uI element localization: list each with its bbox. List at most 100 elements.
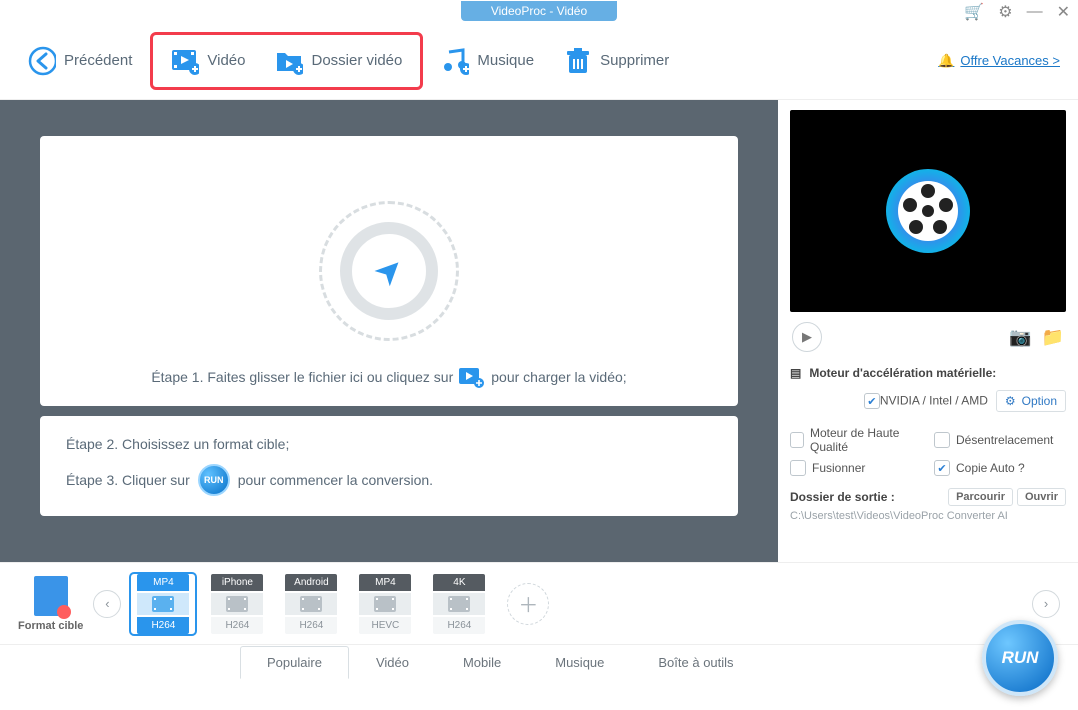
option-button[interactable]: ⚙ Option [996, 390, 1066, 412]
preset-bot: H264 [433, 617, 485, 634]
add-folder-label: Dossier vidéo [311, 52, 402, 69]
cart-icon[interactable]: 🛒 [964, 2, 984, 22]
presets-list: MP4 H264 iPhone H264 AndroidH264MP4HEVC 4K H26… [131, 574, 491, 634]
tab-vidéo[interactable]: Vidéo [349, 646, 436, 679]
video-icon-inline [459, 366, 485, 388]
bell-icon: 🔔 [938, 53, 954, 69]
close-button[interactable]: ✕ [1057, 2, 1070, 22]
output-header: Dossier de sortie : Parcourir Ouvrir [790, 488, 1066, 506]
player-controls: ▶ 📷 📁 [790, 312, 1066, 362]
step3-row: Étape 3. Cliquer sur RUN pour commencer … [66, 458, 712, 502]
offer-link[interactable]: 🔔 Offre Vacances > [938, 53, 1060, 69]
tab-boîte-à-outils[interactable]: Boîte à outils [631, 646, 760, 679]
tab-mobile[interactable]: Mobile [436, 646, 528, 679]
option-label: Option [1022, 394, 1057, 408]
add-video-label: Vidéo [207, 52, 245, 69]
steps-card: Étape 2. Choisissez un format cible; Éta… [40, 416, 738, 516]
merge-label: Fusionner [812, 461, 865, 475]
tab-populaire[interactable]: Populaire [240, 646, 349, 679]
gpu-label: NVIDIA / Intel / AMD [880, 394, 988, 408]
add-video-button[interactable]: Vidéo [159, 39, 257, 83]
presets-next[interactable]: › [1032, 590, 1060, 618]
gpu-checkbox[interactable]: NVIDIA / Intel / AMD [864, 393, 988, 409]
options-grid: Moteur de Haute Qualité Désentrelacement… [790, 418, 1066, 488]
delete-label: Supprimer [600, 52, 669, 69]
chip-icon: ▤ [790, 366, 801, 380]
right-panel: ▶ 📷 📁 ▤ Moteur d'accélération matérielle… [778, 100, 1078, 562]
music-icon [441, 47, 469, 75]
run-icon-inline: RUN [198, 464, 230, 496]
highlighted-group: Vidéo Dossier vidéo [150, 32, 423, 90]
preset-mp4-hevc[interactable]: MP4HEVC [353, 574, 417, 634]
add-folder-button[interactable]: Dossier vidéo [263, 39, 414, 83]
logo-icon [878, 161, 978, 261]
deint-label: Désentrelacement [956, 433, 1053, 447]
hwaccel-label: Moteur d'accélération matérielle: [809, 366, 996, 380]
folder-video-icon [275, 47, 303, 75]
preset-top: MP4 [137, 574, 189, 591]
upload-arrow-icon: ➤ [365, 247, 413, 295]
preset-bot: H264 [211, 617, 263, 634]
main-area: ➤ Étape 1. Faites glisser le fichier ici… [0, 100, 1078, 562]
step1b: pour charger la vidéo; [491, 369, 626, 385]
window-title: VideoProc - Vidéo [461, 1, 617, 21]
settings-icon[interactable]: ⚙ [998, 2, 1012, 22]
film-icon [285, 593, 337, 615]
back-icon [28, 47, 56, 75]
preset-4k-h264[interactable]: 4K H264 [427, 574, 491, 634]
title-bar: VideoProc - Vidéo 🛒 ⚙ — ✕ [0, 0, 1078, 22]
minimize-button[interactable]: — [1027, 3, 1043, 21]
preset-iphone-h264[interactable]: iPhone H264 [205, 574, 269, 634]
step1-text: Étape 1. Faites glisser le fichier ici o… [151, 366, 626, 388]
preset-android-h264[interactable]: AndroidH264 [279, 574, 343, 634]
hwaccel-row: NVIDIA / Intel / AMD ⚙ Option [790, 384, 1066, 418]
back-button[interactable]: Précédent [16, 39, 144, 83]
presets-prev[interactable]: ‹ [93, 590, 121, 618]
play-button[interactable]: ▶ [792, 322, 822, 352]
add-music-label: Musique [477, 52, 534, 69]
step3a: Étape 3. Cliquer sur [66, 472, 190, 488]
drop-circle: ➤ [319, 201, 459, 341]
back-label: Précédent [64, 52, 132, 69]
hwaccel-header: ▤ Moteur d'accélération matérielle: [790, 362, 1066, 384]
snapshot-icon[interactable]: 📷 [1009, 327, 1031, 348]
hq-checkbox[interactable]: Moteur de Haute Qualité [790, 426, 922, 454]
film-icon [211, 593, 263, 615]
step1a: Étape 1. Faites glisser le fichier ici o… [151, 369, 453, 385]
preview-area [790, 110, 1066, 312]
preset-bot: HEVC [359, 617, 411, 634]
output-label: Dossier de sortie : [790, 490, 895, 504]
doc-icon [34, 576, 68, 616]
preset-bot: H264 [137, 617, 189, 634]
video-icon [171, 47, 199, 75]
delete-button[interactable]: Supprimer [552, 39, 681, 83]
add-preset-button[interactable]: ＋ [507, 583, 549, 625]
autocopy-checkbox[interactable]: Copie Auto ? [934, 460, 1066, 476]
format-strip: Format cible ‹ MP4H264iPhoneH264AndroidH… [0, 562, 1078, 644]
add-music-button[interactable]: Musique [429, 39, 546, 83]
step3b: pour commencer la conversion. [238, 472, 433, 488]
preset-mp4-h264[interactable]: MP4 H264 [131, 574, 195, 634]
toolbar: Précédent Vidéo Dossier vidéo Musique Su… [0, 22, 1078, 100]
offer-label: Offre Vacances > [960, 53, 1060, 68]
film-icon [137, 593, 189, 615]
open-button[interactable]: Ouvrir [1017, 488, 1066, 506]
format-target-label: Format cible [18, 620, 83, 632]
gear-icon: ⚙ [1005, 394, 1016, 408]
preset-top: iPhone [211, 574, 263, 591]
tab-musique[interactable]: Musique [528, 646, 631, 679]
hq-label: Moteur de Haute Qualité [810, 426, 922, 454]
format-target-button[interactable]: Format cible [18, 576, 83, 632]
trash-icon [564, 47, 592, 75]
deinterlace-checkbox[interactable]: Désentrelacement [934, 426, 1066, 454]
browse-button[interactable]: Parcourir [948, 488, 1013, 506]
drop-zone[interactable]: ➤ Étape 1. Faites glisser le fichier ici… [40, 136, 738, 406]
open-folder-icon[interactable]: 📁 [1042, 327, 1064, 348]
step2-text: Étape 2. Choisissez un format cible; [66, 430, 712, 458]
autocopy-label: Copie Auto ? [956, 461, 1025, 475]
preset-top: 4K [433, 574, 485, 591]
preset-top: Android [285, 574, 337, 591]
run-button[interactable]: RUN [982, 620, 1058, 696]
film-icon [359, 593, 411, 615]
merge-checkbox[interactable]: Fusionner [790, 460, 922, 476]
